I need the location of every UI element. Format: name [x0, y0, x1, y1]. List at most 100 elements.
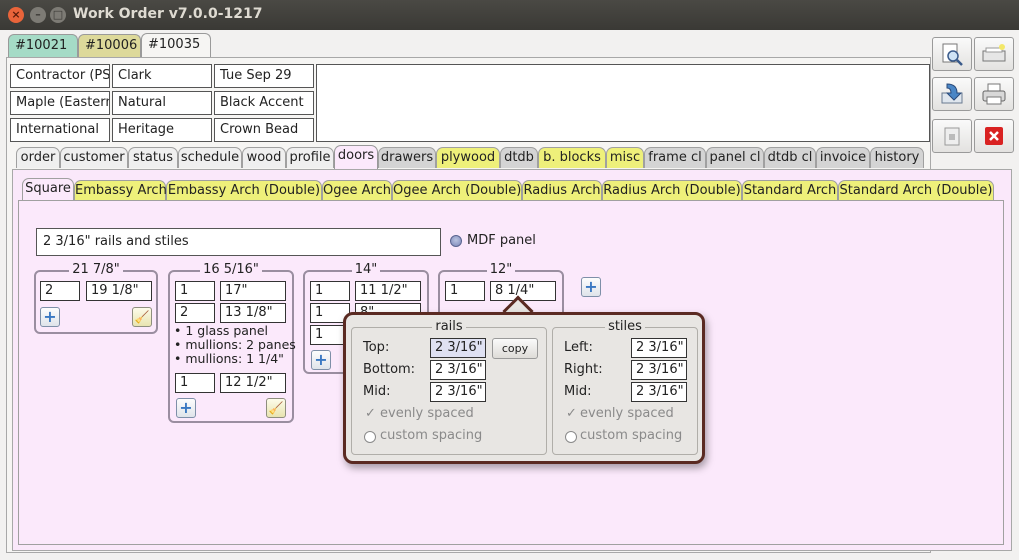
tab-square[interactable]: Square [22, 178, 74, 202]
door-width: 12" [486, 262, 516, 277]
tab-panel-cl[interactable]: panel cl [706, 147, 764, 168]
stile-right-field[interactable]: 2 3/16" [631, 360, 687, 380]
tab-dtdb-cl[interactable]: dtdb cl [764, 147, 816, 168]
lock-button[interactable] [932, 119, 972, 153]
door-qty-field[interactable]: 1 [310, 281, 350, 301]
info-style[interactable]: International [10, 118, 110, 142]
rail-evenly-check-icon[interactable]: ✓ [365, 407, 376, 420]
rail-mid-field[interactable]: 2 3/16" [430, 382, 486, 402]
tab-standard-arch[interactable]: Standard Arch [742, 180, 838, 201]
add-door-button[interactable]: + [40, 307, 60, 327]
plus-icon: + [584, 277, 598, 296]
info-finish[interactable]: Natural [112, 91, 212, 115]
door-height-field[interactable]: 8 1/4" [490, 281, 556, 301]
door-qty-field[interactable]: 1 [175, 281, 215, 301]
tab-dtdb[interactable]: dtdb [500, 147, 538, 168]
stile-mid-field[interactable]: 2 3/16" [631, 382, 687, 402]
door-qty-field[interactable]: 2 [40, 281, 80, 301]
lock-icon [944, 127, 960, 146]
info-contact[interactable]: Clark [112, 64, 212, 88]
door-height-field[interactable]: 11 1/2" [355, 281, 421, 301]
tab-invoice[interactable]: invoice [816, 147, 870, 168]
add-door-button[interactable]: + [311, 350, 331, 370]
tab-schedule[interactable]: schedule [178, 147, 242, 168]
tab-frame-cl[interactable]: frame cl [644, 147, 706, 168]
rail-bottom-label: Bottom: [363, 362, 416, 377]
import-button[interactable] [932, 77, 972, 111]
rail-mid-label: Mid: [363, 384, 391, 399]
stile-mid-label: Mid: [564, 384, 592, 399]
info-accent[interactable]: Black Accent [214, 91, 314, 115]
door-height-field[interactable]: 19 1/8" [86, 281, 152, 301]
stile-left-label: Left: [564, 340, 593, 355]
tab-b-blocks[interactable]: b. blocks [538, 147, 606, 168]
door-height-field[interactable]: 12 1/2" [220, 373, 286, 393]
tab-ogee-arch-double[interactable]: Ogee Arch (Double) [392, 180, 522, 201]
tab-doors[interactable]: doors [334, 145, 378, 170]
rail-custom-radio[interactable] [364, 431, 376, 443]
new-window-icon [982, 44, 1006, 62]
rail-evenly-label: evenly spaced [380, 406, 474, 421]
clear-door-button[interactable]: 🧹 [132, 307, 152, 327]
door-note: • mullions: 2 panes [174, 337, 296, 352]
tab-customer[interactable]: customer [60, 147, 128, 168]
rail-custom-label: custom spacing [380, 428, 483, 443]
order-tab-10021[interactable]: #10021 [8, 34, 78, 58]
stile-evenly-check-icon[interactable]: ✓ [566, 407, 577, 420]
rail-top-field[interactable]: 2 3/16" [430, 338, 486, 358]
notes-field[interactable] [316, 64, 930, 142]
tab-standard-arch-double[interactable]: Standard Arch (Double) [838, 180, 994, 201]
close-window-button[interactable]: × [8, 7, 24, 23]
tab-order[interactable]: order [16, 147, 60, 168]
tab-wood[interactable]: wood [242, 147, 286, 168]
order-tab-10006[interactable]: #10006 [78, 34, 141, 58]
tab-status[interactable]: status [128, 147, 178, 168]
add-door-group-button[interactable]: + [581, 277, 601, 297]
tab-radius-arch-double[interactable]: Radius Arch (Double) [602, 180, 742, 201]
clear-door-button[interactable]: 🧹 [266, 398, 286, 418]
preview-icon [942, 43, 963, 66]
stile-evenly-label: evenly spaced [580, 406, 674, 421]
preview-button[interactable] [932, 37, 972, 71]
new-window-button[interactable] [974, 37, 1014, 71]
tab-embassy-arch-double[interactable]: Embassy Arch (Double) [166, 180, 322, 201]
info-date[interactable]: Tue Sep 29 [214, 64, 314, 88]
door-note: • 1 glass panel [174, 323, 269, 338]
door-qty-field[interactable]: 1 [445, 281, 485, 301]
door-height-field[interactable]: 13 1/8" [220, 303, 286, 323]
mdf-panel-radio[interactable] [450, 235, 462, 247]
tab-plywood[interactable]: plywood [436, 147, 500, 168]
door-note: • mullions: 1 1/4" [174, 351, 284, 366]
tab-ogee-arch[interactable]: Ogee Arch [322, 180, 392, 201]
stile-custom-radio[interactable] [565, 431, 577, 443]
tab-misc[interactable]: misc [606, 147, 644, 168]
door-width: 16 5/16" [200, 262, 262, 277]
door-qty-field[interactable]: 2 [175, 303, 215, 323]
info-customer-type[interactable]: Contractor (PST) [10, 64, 110, 88]
broom-icon: 🧹 [134, 310, 150, 324]
door-width: 21 7/8" [69, 262, 123, 277]
stile-left-field[interactable]: 2 3/16" [631, 338, 687, 358]
tab-drawers[interactable]: drawers [378, 147, 436, 168]
rails-stiles-description[interactable]: 2 3/16" rails and stiles [36, 228, 441, 256]
rail-bottom-field[interactable]: 2 3/16" [430, 360, 486, 380]
info-bead[interactable]: Crown Bead [214, 118, 314, 142]
door-qty-field[interactable]: 1 [175, 373, 215, 393]
delete-button[interactable] [974, 119, 1014, 153]
order-tab-10035[interactable]: #10035 [141, 33, 211, 58]
info-wood[interactable]: Maple (Eastern) [10, 91, 110, 115]
print-button[interactable] [974, 77, 1014, 111]
import-icon [941, 83, 963, 104]
tab-history[interactable]: history [870, 147, 924, 168]
tab-embassy-arch[interactable]: Embassy Arch [74, 180, 167, 201]
add-door-button[interactable]: + [176, 398, 196, 418]
stile-custom-label: custom spacing [580, 428, 683, 443]
plus-icon: + [43, 307, 57, 326]
maximize-window-button[interactable]: □ [50, 7, 66, 23]
copy-button[interactable]: copy [492, 338, 538, 359]
door-height-field[interactable]: 17" [220, 281, 286, 301]
tab-profile[interactable]: profile [286, 147, 334, 168]
info-profile[interactable]: Heritage [112, 118, 212, 142]
minimize-window-button[interactable]: – [30, 7, 46, 23]
tab-radius-arch[interactable]: Radius Arch [522, 180, 602, 201]
